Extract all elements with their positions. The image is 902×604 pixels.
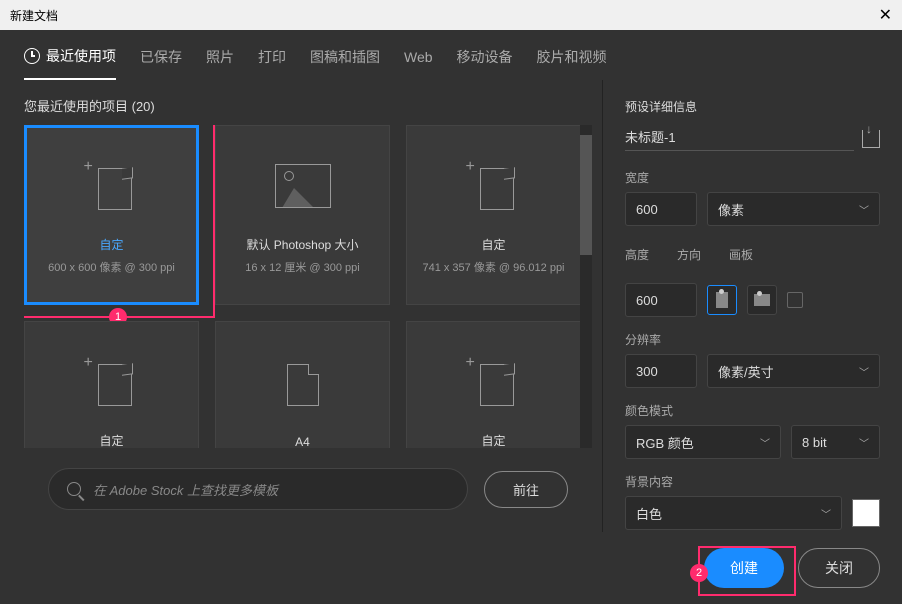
close-icon[interactable]: ✕ (879, 5, 892, 25)
preset-item[interactable]: + 自定 350 x 266 像素 @ 300 ppi (406, 321, 581, 448)
scrollbar[interactable] (580, 125, 592, 448)
details-header: 预设详细信息 (625, 98, 880, 115)
orientation-portrait-button[interactable] (707, 285, 737, 315)
resolution-input[interactable] (625, 354, 697, 388)
window-title: 新建文档 (10, 7, 58, 24)
document-icon: + (88, 162, 136, 210)
color-mode-select[interactable]: RGB 颜色﹀ (625, 425, 781, 459)
preset-info: 741 x 357 像素 @ 96.012 ppi (414, 259, 572, 275)
recent-title: 您最近使用的项目 (20) (24, 96, 592, 115)
preset-item[interactable]: + 自定 741 x 357 像素 @ 96.012 ppi (406, 125, 581, 305)
tab-mobile[interactable]: 移动设备 (457, 46, 513, 80)
stock-go-button[interactable]: 前往 (484, 471, 568, 508)
page-icon (287, 364, 319, 406)
orientation-landscape-button[interactable] (747, 285, 777, 315)
preset-grid: 1 + 自定 600 x 600 像素 @ 300 ppi 默认 Photosh… (24, 125, 592, 448)
create-button[interactable]: 创建 (704, 548, 784, 588)
search-icon (67, 482, 81, 496)
titlebar: 新建文档 ✕ (0, 0, 902, 30)
tab-web[interactable]: Web (404, 46, 433, 80)
preset-name: 自定 (481, 236, 505, 253)
tab-art[interactable]: 图稿和插图 (310, 46, 380, 80)
chevron-down-icon: ﹀ (859, 202, 869, 217)
tab-print[interactable]: 打印 (258, 46, 286, 80)
stock-search-input[interactable]: 在 Adobe Stock 上查找更多模板 (48, 468, 468, 510)
resolution-unit-select[interactable]: 像素/英寸﹀ (707, 354, 880, 388)
preset-name: A4 (295, 435, 310, 448)
document-icon: + (470, 162, 518, 210)
preset-item[interactable]: 默认 Photoshop 大小 16 x 12 厘米 @ 300 ppi (215, 125, 390, 305)
tab-photo[interactable]: 照片 (206, 46, 234, 80)
tab-saved[interactable]: 已保存 (140, 46, 182, 80)
document-icon: + (88, 358, 136, 406)
document-name-input[interactable]: 未标题-1 (625, 127, 854, 151)
close-button[interactable]: 关闭 (798, 548, 880, 588)
image-icon (275, 164, 331, 208)
preset-name: 自定 (99, 236, 123, 253)
preset-item[interactable]: A4 210 x 297 mm @ 300 ppi (215, 321, 390, 448)
preset-info: 600 x 600 像素 @ 300 ppi (40, 259, 183, 275)
width-input[interactable] (625, 192, 697, 226)
dialog-footer: 2 创建 关闭 (0, 532, 902, 604)
preset-item[interactable]: + 自定 165 x 39 像素 @ 96.012 ppi (24, 321, 199, 448)
save-preset-icon[interactable] (862, 130, 880, 148)
artboard-checkbox[interactable] (787, 292, 803, 308)
tab-recent[interactable]: 最近使用项 (24, 46, 116, 80)
width-unit-select[interactable]: 像素﹀ (707, 192, 880, 226)
chevron-down-icon: ﹀ (859, 435, 869, 450)
height-input[interactable] (625, 283, 697, 317)
document-icon: + (470, 358, 518, 406)
background-color-swatch[interactable] (852, 499, 880, 527)
chevron-down-icon: ﹀ (821, 506, 831, 521)
chevron-down-icon: ﹀ (859, 364, 869, 379)
preset-details-panel: 预设详细信息 未标题-1 宽度 像素﹀ 高度 方向 画板 分辨率 (602, 80, 902, 532)
background-select[interactable]: 白色﹀ (625, 496, 842, 530)
chevron-down-icon: ﹀ (760, 435, 770, 450)
category-tabs: 最近使用项 已保存 照片 打印 图稿和插图 Web 移动设备 胶片和视频 (0, 30, 902, 80)
preset-item[interactable]: + 自定 600 x 600 像素 @ 300 ppi (24, 125, 199, 305)
bit-depth-select[interactable]: 8 bit﹀ (791, 425, 880, 459)
preset-name: 自定 (481, 432, 505, 449)
preset-info: 16 x 12 厘米 @ 300 ppi (237, 259, 368, 275)
preset-name: 自定 (99, 432, 123, 449)
tab-film[interactable]: 胶片和视频 (537, 46, 607, 80)
preset-name: 默认 Photoshop 大小 (246, 236, 358, 253)
clock-icon (24, 48, 40, 64)
